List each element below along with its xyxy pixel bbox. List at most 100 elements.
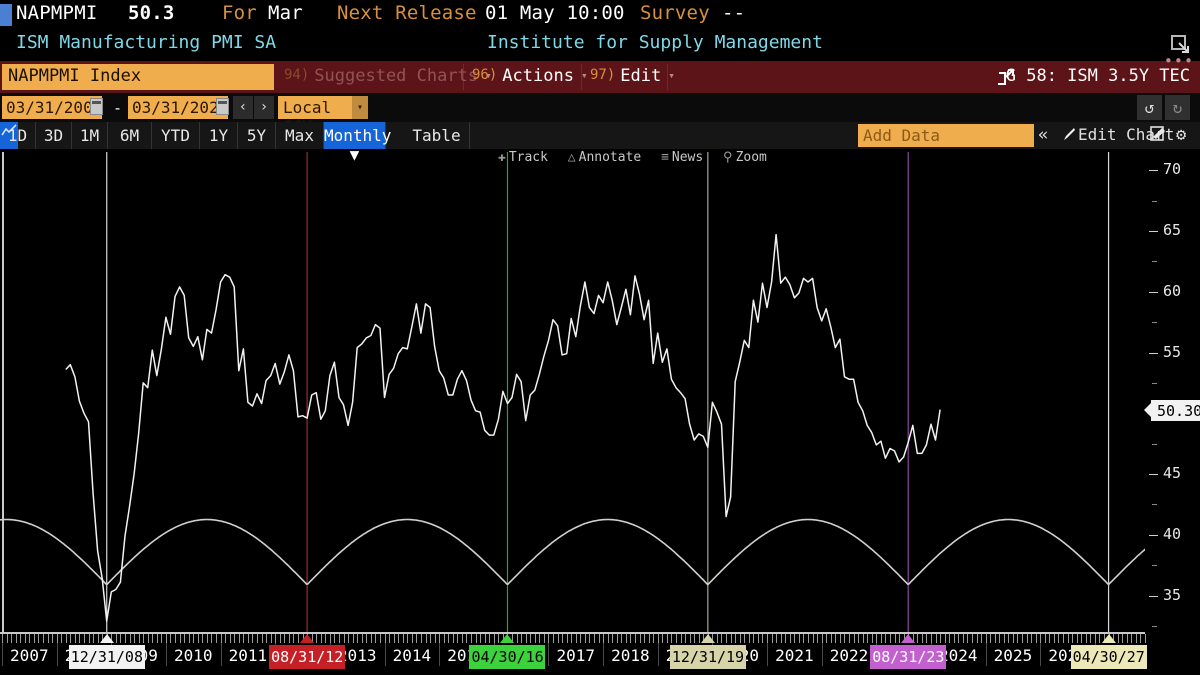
event-marker-label[interactable]: 08/31/23 (870, 645, 946, 669)
x-tick (535, 634, 536, 643)
period-button-5y[interactable]: 5Y (238, 122, 276, 149)
x-tick (1049, 634, 1050, 643)
chart-svg (0, 152, 1145, 632)
event-marker-label[interactable]: 12/31/19 (670, 645, 746, 669)
x-tick (635, 634, 636, 643)
annotate-square-icon[interactable] (1150, 125, 1167, 143)
period-button-6m[interactable]: 6M (108, 122, 152, 149)
y-axis: 7065605545403550.30 (1145, 152, 1200, 632)
y-tick-label: 35 (1163, 586, 1181, 604)
table-button[interactable]: Table (404, 122, 470, 149)
x-tick (448, 634, 449, 643)
y-tick-mark (1149, 596, 1158, 597)
x-tick (57, 634, 58, 643)
event-marker-label[interactable]: 08/31/12 (269, 645, 345, 669)
header-survey-value: -- (722, 2, 745, 24)
add-data-input[interactable]: Add Data (858, 124, 1034, 147)
period-button-ytd[interactable]: YTD (152, 122, 200, 149)
y-minor-tick (1152, 444, 1157, 445)
x-tick (735, 634, 736, 643)
actions-button[interactable]: 96)Actions▾ (466, 64, 582, 90)
event-marker-label[interactable]: 04/30/27 (1071, 645, 1147, 669)
x-year-label: 2014 (384, 646, 440, 665)
x-tick (849, 634, 850, 643)
x-tick (239, 634, 240, 643)
x-tick (375, 634, 376, 643)
x-tick (717, 634, 718, 643)
x-tick (1022, 634, 1023, 643)
x-tick (198, 634, 199, 643)
y-tick-label: 55 (1163, 343, 1181, 361)
x-tick (193, 634, 194, 643)
date-from-input[interactable]: 03/31/2008 (2, 96, 102, 119)
calendar-icon[interactable] (216, 98, 229, 115)
x-tick (576, 634, 577, 643)
x-tick (872, 634, 873, 643)
overflow-dots[interactable]: ••• (1164, 52, 1194, 70)
x-tick (498, 634, 499, 643)
x-tick (380, 634, 381, 643)
collapse-chevrons-icon[interactable]: « (1038, 125, 1048, 145)
x-tick (954, 634, 955, 643)
x-tick (275, 634, 276, 643)
prev-period-button[interactable]: ‹ (233, 96, 253, 119)
currency-select[interactable]: Local CCY (278, 96, 358, 119)
edit-number: 97) (590, 67, 615, 83)
x-tick (567, 634, 568, 643)
edit-button[interactable]: 97)Edit▾ (584, 64, 668, 90)
redo-button[interactable]: ↻ (1165, 95, 1190, 120)
frequency-select[interactable]: Monthly ▼ (324, 122, 386, 149)
x-year-label: 2010 (165, 646, 221, 665)
x-tick (662, 634, 663, 643)
x-tick (234, 634, 235, 643)
x-tick (398, 634, 399, 643)
pencil-icon[interactable] (1062, 125, 1076, 143)
actions-label: Actions (502, 66, 574, 86)
x-year-separator (1040, 640, 1041, 666)
x-tick (539, 634, 540, 643)
suggested-charts-label: Suggested Charts (314, 66, 478, 86)
x-tick (1090, 634, 1091, 643)
x-tick (544, 634, 545, 643)
event-marker-label[interactable]: 04/30/16 (469, 645, 545, 669)
security-input[interactable]: NAPMPMI Index (2, 64, 274, 90)
chart-plot-area[interactable] (0, 152, 1145, 632)
x-tick (1027, 634, 1028, 643)
x-tick (977, 634, 978, 643)
gear-icon[interactable]: ⚙ (1176, 125, 1186, 145)
event-marker-label[interactable]: 12/31/08 (69, 645, 145, 669)
x-year-label: 2021 (766, 646, 822, 665)
x-tick (612, 634, 613, 643)
calendar-icon[interactable] (90, 98, 103, 115)
period-button-3d[interactable]: 3D (36, 122, 72, 149)
x-tick (972, 634, 973, 643)
x-tick (808, 634, 809, 643)
date-to-input[interactable]: 03/31/2024 (128, 96, 228, 119)
period-button-1y[interactable]: 1Y (200, 122, 238, 149)
x-tick (626, 634, 627, 643)
next-period-button[interactable]: › (254, 96, 274, 119)
period-button-1d[interactable]: 1D (0, 122, 36, 149)
undo-button[interactable]: ↺ (1137, 95, 1162, 120)
x-tick (1140, 634, 1141, 643)
x-tick (986, 634, 987, 643)
x-tick (895, 634, 896, 643)
chevron-down-icon[interactable]: ▾ (352, 96, 368, 119)
x-tick (630, 634, 631, 643)
event-marker-arrow (500, 634, 514, 643)
x-tick (640, 634, 641, 643)
x-tick (243, 634, 244, 643)
x-tick (29, 634, 30, 643)
x-axis-line (0, 632, 1145, 634)
x-tick (70, 634, 71, 643)
period-button-max[interactable]: Max (276, 122, 324, 149)
x-tick (161, 634, 162, 643)
y-minor-tick (1152, 626, 1157, 627)
x-tick (835, 634, 836, 643)
x-tick (826, 634, 827, 643)
event-marker-arrow (701, 634, 715, 643)
y-axis-line (2, 152, 4, 632)
suggested-charts-button[interactable]: 94)Suggested Charts▾ (278, 64, 464, 90)
period-button-1m[interactable]: 1M (72, 122, 108, 149)
header-next-release-label: Next Release (337, 2, 477, 24)
